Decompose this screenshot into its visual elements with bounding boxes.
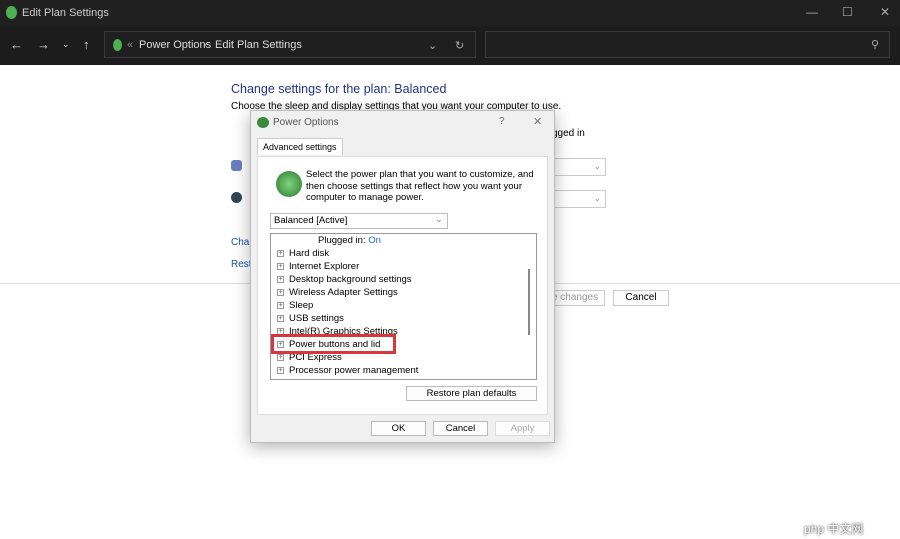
window-title: Edit Plan Settings — [22, 7, 109, 19]
tree-item[interactable]: + Hard disk — [277, 248, 329, 259]
breadcrumb-separator-icon: › — [203, 39, 207, 51]
expand-icon[interactable]: + — [277, 262, 284, 270]
expand-icon[interactable]: + — [277, 314, 284, 322]
expand-icon[interactable]: + — [277, 353, 284, 361]
plan-select-value: Balanced [Active] — [274, 215, 348, 226]
display-off-select[interactable]: ⌄ — [550, 158, 606, 176]
minimize-button[interactable]: — — [806, 5, 818, 19]
dialog-cancel-button[interactable]: Cancel — [433, 421, 488, 436]
plan-select[interactable]: Balanced [Active] ⌄ — [270, 213, 448, 229]
back-button[interactable]: ← — [10, 37, 23, 52]
sleep-select[interactable]: ⌄ — [550, 190, 606, 208]
close-button[interactable]: ✕ — [880, 5, 890, 19]
tree-scrollbar[interactable] — [528, 269, 530, 335]
refresh-icon[interactable]: ↻ — [455, 39, 464, 52]
tree-item-label: Desktop background settings — [289, 274, 412, 285]
maximize-button[interactable]: ☐ — [842, 5, 853, 19]
settings-tree[interactable]: Plugged in: On + Hard disk + Internet Expl… — [270, 233, 537, 380]
tree-item-label: Hard disk — [289, 248, 330, 259]
dialog-description: Select the power plan that you want to c… — [306, 169, 534, 203]
plugged-in-label: Plugged in: — [318, 235, 366, 246]
expand-icon[interactable]: + — [277, 301, 284, 309]
expand-icon[interactable]: + — [277, 275, 284, 283]
recent-dropdown[interactable]: ⌄ — [62, 39, 70, 50]
expand-icon[interactable]: + — [277, 288, 284, 296]
tree-item[interactable]: + Desktop background settings — [277, 274, 412, 285]
title-bar: Edit Plan Settings — ☐ ✕ — [0, 0, 900, 26]
power-plan-icon — [276, 171, 302, 197]
breadcrumb-power-options[interactable]: Power Options — [139, 39, 211, 51]
tree-item-label: Internet Explorer — [289, 261, 360, 272]
tree-item-label: Sleep — [289, 300, 314, 311]
address-dropdown-icon[interactable]: ⌄ — [428, 39, 437, 52]
search-input[interactable]: ⚲ — [485, 31, 890, 58]
page-title: Change settings for the plan: Balanced — [231, 82, 447, 96]
restore-plan-defaults-button[interactable]: Restore plan defaults — [406, 386, 537, 401]
plugged-in-header: gged in — [552, 128, 585, 139]
tree-item-label: Processor power management — [289, 365, 419, 376]
plugged-in-value: On — [368, 235, 381, 246]
tree-item[interactable]: + Internet Explorer — [277, 261, 359, 272]
tree-item[interactable]: + USB settings — [277, 313, 344, 324]
power-options-icon — [113, 39, 122, 51]
breadcrumb-edit-plan[interactable]: Edit Plan Settings — [215, 39, 302, 51]
tree-item[interactable]: + Wireless Adapter Settings — [277, 287, 398, 298]
power-options-icon — [257, 117, 269, 128]
search-icon: ⚲ — [870, 39, 879, 51]
expand-icon[interactable]: + — [277, 249, 284, 257]
up-button[interactable]: ↑ — [83, 37, 90, 52]
dialog-close-button[interactable]: ✕ — [533, 115, 542, 128]
power-options-dialog: Power Options ? ✕ Advanced settings Sele… — [250, 110, 555, 443]
apply-button[interactable]: Apply — [495, 421, 550, 436]
highlight-box — [271, 334, 396, 354]
ok-button[interactable]: OK — [371, 421, 426, 436]
navigation-bar: ← → ⌄ ↑ « Power Options › Edit Plan Sett… — [0, 26, 900, 65]
forward-button[interactable]: → — [37, 37, 50, 52]
help-button[interactable]: ? — [499, 116, 505, 127]
cancel-button[interactable]: Cancel — [613, 290, 669, 306]
advanced-settings-panel: Select the power plan that you want to c… — [257, 156, 548, 415]
watermark: php 中文网 — [804, 522, 864, 536]
sleep-icon — [231, 192, 242, 203]
plugged-in-row: Plugged in: On — [318, 235, 381, 246]
tree-item-label: USB settings — [289, 313, 344, 324]
address-bar[interactable]: « Power Options › Edit Plan Settings ⌄ ↻ — [104, 31, 476, 58]
tab-advanced-settings[interactable]: Advanced settings — [257, 138, 343, 155]
tree-item[interactable]: + Processor power management — [277, 365, 418, 376]
tree-item-label: Wireless Adapter Settings — [289, 287, 398, 298]
overflow-icon: « — [127, 39, 134, 51]
display-icon — [231, 160, 242, 171]
dialog-title: Power Options — [273, 117, 339, 128]
expand-icon[interactable]: + — [277, 366, 284, 374]
power-options-icon — [6, 6, 17, 19]
tree-item[interactable]: + Sleep — [277, 300, 313, 311]
